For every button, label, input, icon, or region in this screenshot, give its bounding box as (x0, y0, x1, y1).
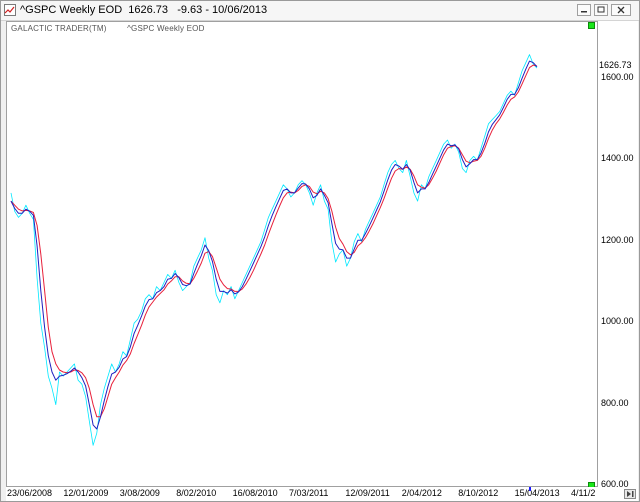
maximize-button[interactable] (594, 4, 608, 16)
title-bar[interactable]: ^GSPC Weekly EOD 1626.73 -9.63 - 10/06/2… (1, 1, 639, 21)
time-scroll-thumb[interactable] (529, 487, 531, 491)
close-icon (617, 6, 625, 14)
x-tick-label: 8/02/2010 (176, 488, 217, 498)
x-tick-label: 15/04/2013 (514, 488, 560, 498)
window-title: ^GSPC Weekly EOD 1626.73 -9.63 - 10/06/2… (20, 4, 268, 16)
x-tick-label: 3/08/2009 (119, 488, 160, 498)
x-tick-label: 2/04/2012 (401, 488, 442, 498)
minimize-icon (581, 11, 587, 13)
x-tick-label: 4/11/2 (571, 488, 596, 498)
fast-ma-line (10, 60, 538, 430)
x-tick-label: 23/06/2008 (7, 488, 53, 498)
x-tick-label: 12/01/2009 (63, 488, 109, 498)
y-tick-label: 1200.00 (601, 234, 634, 245)
x-tick-label: 16/08/2010 (232, 488, 278, 498)
price-line (10, 54, 538, 446)
y-tick-label: 1400.00 (601, 153, 634, 164)
scroll-right-icon (627, 491, 634, 497)
minimize-button[interactable] (577, 4, 591, 16)
close-button[interactable] (611, 4, 631, 16)
y-axis: 600.00 800.00 1000.00 1200.00 1400.00 1600.00… (598, 21, 638, 489)
app-chart-icon (4, 4, 16, 16)
last-value-label: 1626.73 (599, 60, 632, 71)
slow-ma-line (10, 64, 538, 418)
price-chart (10, 54, 538, 446)
x-tick-label: 12/09/2011 (345, 488, 390, 498)
scroll-right-button[interactable] (624, 489, 636, 499)
plot-area[interactable]: GALACTIC TRADER(TM) ^GSPC Weekly EOD (6, 21, 598, 487)
y-tick-label: 1600.00 (601, 71, 634, 82)
y-tick-label: 1000.00 (601, 316, 634, 327)
maximize-icon (597, 6, 605, 13)
x-tick-label: 8/10/2012 (458, 488, 499, 498)
y-tick-label: 800.00 (601, 397, 629, 408)
top-scroll-handle[interactable] (588, 22, 595, 29)
x-axis: 23/06/2008 12/01/2009 3/08/2009 8/02/2010 16… (6, 487, 638, 501)
chart-window: ^GSPC Weekly EOD 1626.73 -9.63 - 10/06/2… (0, 0, 640, 502)
x-tick-label: 7/03/2011 (289, 488, 329, 498)
